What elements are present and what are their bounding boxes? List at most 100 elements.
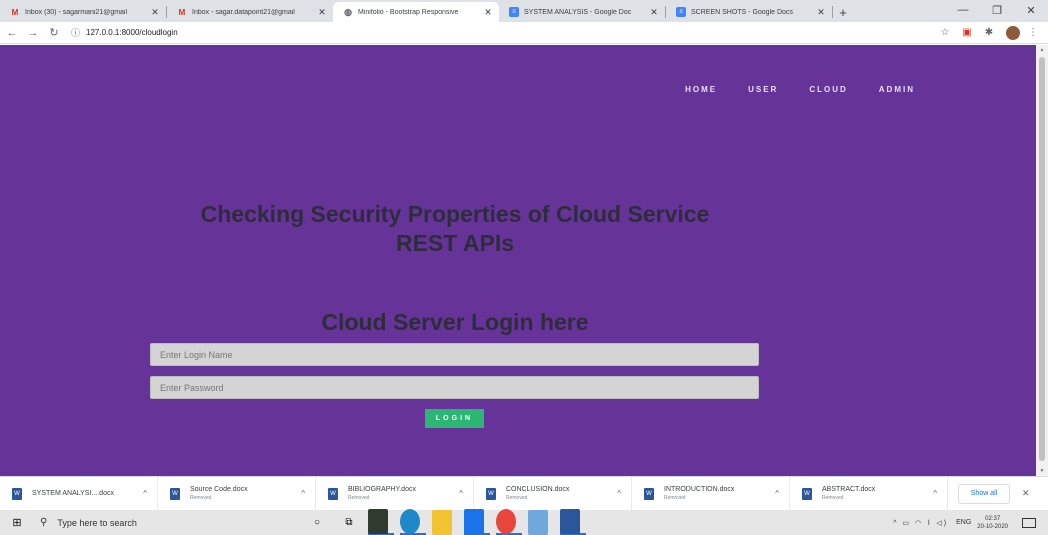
nav-home-link[interactable]: HOME bbox=[685, 85, 717, 94]
browser-tab[interactable]: ≡ SCREEN SHOTS - Google Docs ✕ bbox=[666, 2, 832, 22]
login-name-input[interactable] bbox=[150, 343, 759, 366]
browser-tab-active[interactable]: ◍ Minifolio - Bootstrap Responsive ✕ bbox=[333, 2, 499, 22]
chevron-up-icon[interactable]: ^ bbox=[933, 489, 937, 498]
word-doc-icon: W bbox=[170, 487, 180, 500]
notification-icon[interactable] bbox=[1022, 517, 1036, 528]
download-filename: INTRODUCTION.docx bbox=[664, 486, 735, 493]
system-tray: ^ ▭ ◠ ⌇ ◁) ENG 02:37 20-10-2020 bbox=[893, 515, 1048, 531]
download-filename: Source Code.docx bbox=[190, 486, 248, 493]
extension-icon[interactable]: ▣ bbox=[958, 24, 976, 42]
toolbar-actions: ☆ ▣ ✱ ⋮ bbox=[932, 24, 1042, 42]
taskbar-search[interactable]: ⚲ Type here to search bbox=[34, 510, 264, 535]
browser-tab[interactable]: M Inbox (30) - sagarmani21@gmail ✕ bbox=[0, 2, 166, 22]
close-tab-icon[interactable]: ✕ bbox=[816, 7, 826, 18]
url-text: 127.0.0.1:8000/cloudlogin bbox=[86, 28, 178, 37]
chevron-up-icon[interactable]: ^ bbox=[301, 489, 305, 498]
close-downloads-icon[interactable]: ✕ bbox=[1022, 488, 1030, 499]
gmail-icon: M bbox=[178, 7, 186, 17]
close-tab-icon[interactable]: ✕ bbox=[317, 7, 327, 18]
password-input[interactable] bbox=[150, 376, 759, 399]
chrome-icon[interactable] bbox=[496, 509, 522, 535]
task-view-icon[interactable]: ⧉ bbox=[336, 510, 362, 535]
menu-kebab-icon[interactable]: ⋮ bbox=[1024, 24, 1042, 42]
page-title-line2: REST APIs bbox=[395, 230, 514, 256]
download-item[interactable]: W SYSTEM ANALYSI....docx ^ bbox=[0, 476, 158, 511]
clock-date: 20-10-2020 bbox=[977, 523, 1008, 530]
download-filename: ABSTRACT.docx bbox=[822, 486, 876, 493]
chevron-up-icon[interactable]: ^ bbox=[617, 489, 621, 498]
extensions-puzzle-icon[interactable]: ✱ bbox=[980, 24, 998, 42]
download-status: Removed bbox=[190, 495, 212, 501]
site-info-icon[interactable]: ⓘ bbox=[71, 26, 80, 39]
tray-icons[interactable]: ^ ▭ ◠ ⌇ ◁) bbox=[893, 519, 948, 527]
windows-start-icon[interactable]: ⊞ bbox=[0, 510, 34, 535]
word-doc-icon: W bbox=[328, 487, 338, 500]
close-window-icon[interactable]: ✕ bbox=[1014, 0, 1048, 20]
nav-admin-link[interactable]: ADMIN bbox=[879, 85, 915, 94]
file-explorer-icon[interactable] bbox=[432, 510, 458, 535]
media-player-icon[interactable] bbox=[528, 510, 554, 535]
download-status: Removed bbox=[664, 495, 686, 501]
clock-time: 02:37 bbox=[985, 515, 1001, 522]
taskbar-search-placeholder: Type here to search bbox=[57, 517, 137, 528]
close-tab-icon[interactable]: ✕ bbox=[483, 7, 493, 18]
tab-title: SYSTEM ANALYSIS - Google Doc bbox=[524, 8, 632, 16]
chevron-up-icon[interactable]: ^ bbox=[775, 489, 779, 498]
download-item[interactable]: W INTRODUCTION.docx Removed ^ bbox=[632, 476, 790, 511]
page-scrollbar[interactable]: ▲ ▼ bbox=[1036, 45, 1048, 476]
browser-tab[interactable]: M Inbox - sagar.datapoint21@gmail ✕ bbox=[167, 2, 333, 22]
download-status: Removed bbox=[348, 495, 370, 501]
word-app-icon[interactable] bbox=[560, 509, 586, 535]
edge-icon[interactable] bbox=[400, 509, 426, 535]
globe-icon: ◍ bbox=[344, 6, 352, 17]
download-item[interactable]: W CONCLUSION.docx Removed ^ bbox=[474, 476, 632, 511]
language-indicator[interactable]: ENG bbox=[956, 519, 971, 526]
scroll-up-icon[interactable]: ▲ bbox=[1036, 45, 1048, 55]
tab-title: Inbox - sagar.datapoint21@gmail bbox=[192, 8, 295, 16]
chevron-up-icon[interactable]: ^ bbox=[143, 489, 147, 498]
downloads-bar: W SYSTEM ANALYSI....docx ^ W Source Code… bbox=[0, 476, 1048, 511]
chevron-up-icon[interactable]: ^ bbox=[459, 489, 463, 498]
nav-cloud-link[interactable]: CLOUD bbox=[809, 85, 847, 94]
browser-tab-strip: M Inbox (30) - sagarmani21@gmail ✕ M Inb… bbox=[0, 0, 1048, 22]
taskbar-apps: ○ ⧉ bbox=[304, 509, 592, 535]
nav-user-link[interactable]: USER bbox=[748, 85, 778, 94]
close-tab-icon[interactable]: ✕ bbox=[150, 7, 160, 18]
download-status: Removed bbox=[506, 495, 528, 501]
show-all-downloads-button[interactable]: Show all bbox=[958, 483, 1010, 504]
mail-app-icon[interactable] bbox=[464, 509, 490, 535]
browser-tab[interactable]: ≡ SYSTEM ANALYSIS - Google Doc ✕ bbox=[499, 2, 665, 22]
word-doc-icon: W bbox=[802, 487, 812, 500]
download-filename: BIBLIOGRAPHY.docx bbox=[348, 486, 416, 493]
maximize-icon[interactable]: ❐ bbox=[980, 0, 1014, 20]
cortana-icon[interactable]: ○ bbox=[304, 510, 330, 535]
profile-avatar[interactable] bbox=[1002, 24, 1020, 42]
forward-icon[interactable]: → bbox=[24, 24, 42, 42]
tab-title: Minifolio - Bootstrap Responsive bbox=[358, 8, 459, 16]
scrollbar-thumb[interactable] bbox=[1039, 57, 1045, 461]
login-heading: Cloud Server Login here bbox=[321, 309, 589, 335]
address-bar[interactable]: ⓘ 127.0.0.1:8000/cloudlogin bbox=[71, 24, 932, 42]
page-title: Checking Security Properties of Cloud Se… bbox=[150, 200, 760, 258]
page-title-line1: Checking Security Properties of Cloud Se… bbox=[200, 201, 710, 227]
tab-title: SCREEN SHOTS - Google Docs bbox=[691, 8, 793, 16]
pycharm-icon[interactable] bbox=[368, 509, 394, 535]
minimize-icon[interactable]: — bbox=[946, 0, 980, 20]
download-item[interactable]: W BIBLIOGRAPHY.docx Removed ^ bbox=[316, 476, 474, 511]
download-item[interactable]: W ABSTRACT.docx Removed ^ bbox=[790, 476, 948, 511]
reload-icon[interactable]: ↻ bbox=[45, 24, 63, 42]
new-tab-button[interactable]: + bbox=[833, 2, 853, 22]
bookmark-star-icon[interactable]: ☆ bbox=[936, 24, 954, 42]
download-filename: SYSTEM ANALYSI....docx bbox=[32, 490, 114, 497]
close-tab-icon[interactable]: ✕ bbox=[649, 7, 659, 18]
download-item[interactable]: W Source Code.docx Removed ^ bbox=[158, 476, 316, 511]
window-controls: — ❐ ✕ bbox=[946, 0, 1048, 20]
back-icon[interactable]: ← bbox=[3, 24, 21, 42]
taskbar-clock[interactable]: 02:37 20-10-2020 bbox=[977, 515, 1008, 531]
download-status: Removed bbox=[822, 495, 844, 501]
search-icon: ⚲ bbox=[40, 517, 48, 528]
word-doc-icon: W bbox=[12, 487, 22, 500]
site-navigation: HOME USER CLOUD ADMIN bbox=[654, 85, 915, 94]
scroll-down-icon[interactable]: ▼ bbox=[1036, 466, 1048, 476]
login-button[interactable]: LOGIN bbox=[425, 409, 484, 428]
